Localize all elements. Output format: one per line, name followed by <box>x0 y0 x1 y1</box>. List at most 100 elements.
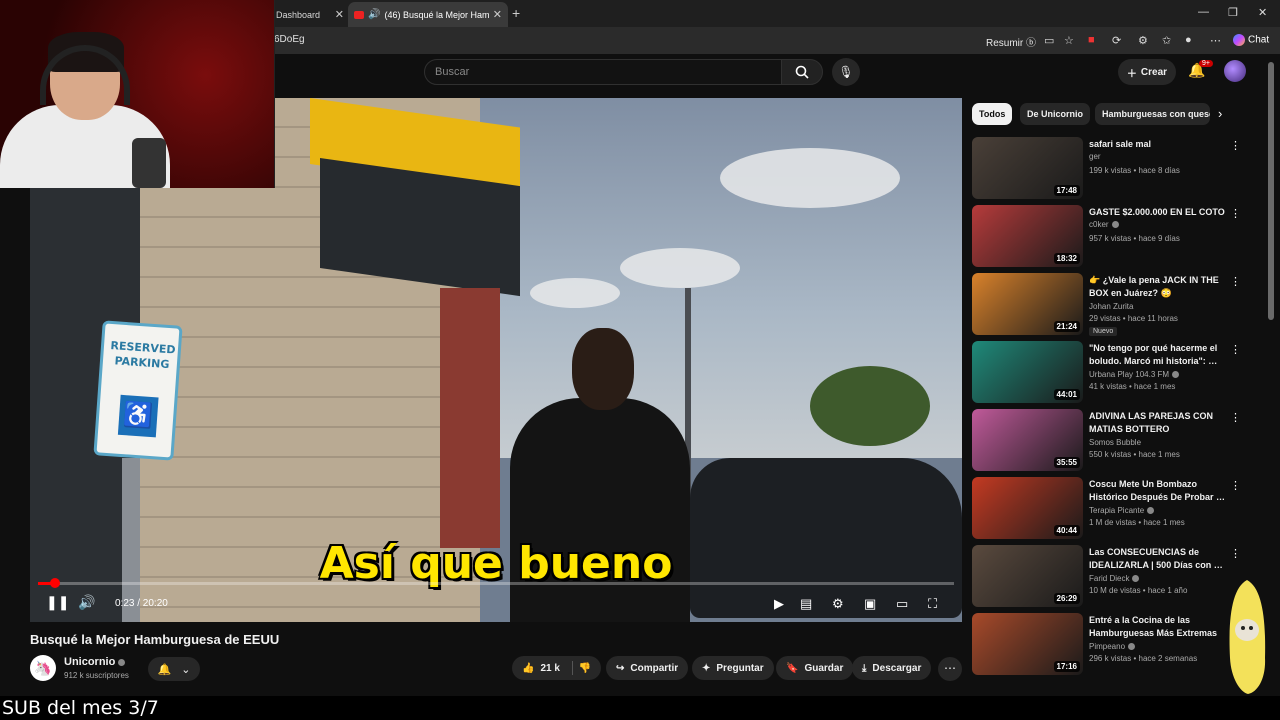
video-thumbnail[interactable]: 17:16 <box>972 613 1083 675</box>
recommendation-item[interactable]: 18:32 GASTE $2.000.000 EN EL COTO c0ker … <box>972 205 1242 267</box>
video-thumbnail[interactable]: 21:24 <box>972 273 1083 335</box>
extensions-icon[interactable]: ⚙ <box>1138 34 1148 47</box>
chevron-right-icon[interactable]: › <box>1218 106 1222 121</box>
restore-icon[interactable]: ❐ <box>1228 6 1238 19</box>
more-options-icon[interactable]: ⋮ <box>1230 207 1241 220</box>
recommendation-item[interactable]: 26:29 Las CONSECUENCIAS de IDEALIZARLA |… <box>972 545 1242 607</box>
channel-name[interactable]: Unicornio <box>64 656 126 668</box>
recommendation-title[interactable]: 👉 ¿Vale la pena JACK IN THE BOX en Juáre… <box>1089 274 1227 300</box>
chip-hamburguesas[interactable]: Hamburguesas con queso <box>1095 103 1210 125</box>
video-red-wall <box>440 288 500 548</box>
tab-dashboard[interactable]: Dashboard ✕ <box>270 2 350 27</box>
recommendation-channel[interactable]: Johan Zurita <box>1089 302 1133 311</box>
url-field[interactable]: 6DoEg <box>274 34 305 45</box>
recommendation-item[interactable]: 40:44 Coscu Mete Un Bombazo Histórico De… <box>972 477 1242 539</box>
video-title: Busqué la Mejor Hamburguesa de EEUU <box>30 632 280 647</box>
recommendation-title[interactable]: Entré a la Cocina de las Hamburguesas Má… <box>1089 614 1227 640</box>
recommendation-channel[interactable]: Farid Dieck <box>1089 574 1140 583</box>
video-thumbnail[interactable]: 26:29 <box>972 545 1083 607</box>
mic-button[interactable]: 🎙 <box>832 58 860 86</box>
close-tab-icon[interactable]: ✕ <box>493 8 502 21</box>
thumbs-down-icon[interactable]: 👎 <box>579 663 591 674</box>
close-tab-icon[interactable]: ✕ <box>335 8 344 21</box>
recommendation-item[interactable]: 17:48 safari sale mal ger 199 k vistas •… <box>972 137 1242 199</box>
new-tab-icon[interactable]: + <box>512 5 520 21</box>
video-thumbnail[interactable]: 18:32 <box>972 205 1083 267</box>
more-options-icon[interactable]: ⋮ <box>1230 343 1241 356</box>
recommendation-item[interactable]: 35:55 ADIVINA LAS PAREJAS CON MATIAS BOT… <box>972 409 1242 471</box>
recommendation-title[interactable]: safari sale mal <box>1089 138 1227 151</box>
recommendation-title[interactable]: ADIVINA LAS PAREJAS CON MATIAS BOTTERO <box>1089 410 1227 436</box>
recommendation-channel[interactable]: Pimpeano <box>1089 642 1136 651</box>
favorites-icon[interactable]: ✩ <box>1162 34 1171 47</box>
recommendation-title[interactable]: Las CONSECUENCIAS de IDEALIZARLA | 500 D… <box>1089 546 1227 572</box>
download-button[interactable]: ⤓ Descargar <box>852 656 932 680</box>
recommendation-channel[interactable]: Urbana Play 104.3 FM <box>1089 370 1180 379</box>
search-button[interactable] <box>781 59 823 85</box>
channel-avatar[interactable]: 🦄 <box>30 655 56 681</box>
more-options-icon[interactable]: ⋮ <box>1230 411 1241 424</box>
captions-icon[interactable]: ▤ <box>800 596 812 612</box>
share-button[interactable]: ↪ Compartir <box>606 656 689 680</box>
recommendation-channel[interactable]: Terapia Picante <box>1089 506 1155 515</box>
video-thumbnail[interactable]: 44:01 <box>972 341 1083 403</box>
recommendation-title[interactable]: GASTE $2.000.000 EN EL COTO <box>1089 206 1227 219</box>
search-icon <box>795 65 809 79</box>
recommendation-title[interactable]: Coscu Mete Un Bombazo Histórico Después … <box>1089 478 1227 504</box>
reader-icon[interactable]: ▭ <box>1044 34 1054 47</box>
minimize-icon[interactable]: — <box>1198 6 1209 18</box>
notification-badge: 9+ <box>1199 60 1213 67</box>
recommendation-channel[interactable]: ger <box>1089 152 1101 161</box>
more-options-icon[interactable]: ⋮ <box>1230 547 1241 560</box>
more-options-icon[interactable]: ⋮ <box>1230 139 1241 152</box>
duration-badge: 44:01 <box>1053 389 1080 400</box>
chip-todos[interactable]: Todos <box>972 103 1013 125</box>
volume-icon[interactable]: 🔊 <box>78 594 95 611</box>
video-thumbnail[interactable]: 35:55 <box>972 409 1083 471</box>
save-button[interactable]: 🔖 Guardar <box>776 656 854 680</box>
mic-icon: 🎙 <box>838 65 854 79</box>
pause-icon[interactable]: ❚❚ <box>46 594 69 611</box>
recommendation-item[interactable]: 44:01 "No tengo por qué hacerme el bolud… <box>972 341 1242 403</box>
autoplay-icon[interactable]: ▶ <box>774 596 784 612</box>
recommendation-item[interactable]: 21:24 👉 ¿Vale la pena JACK IN THE BOX en… <box>972 273 1242 336</box>
save-label: Guardar <box>804 662 844 674</box>
subscribed-bell-button[interactable]: 🔔 ⌄ <box>148 657 200 681</box>
recommendation-title[interactable]: "No tengo por qué hacerme el boludo. Mar… <box>1089 342 1227 368</box>
close-window-icon[interactable]: ✕ <box>1258 6 1267 19</box>
scrollbar[interactable] <box>1268 62 1274 320</box>
chip-de-unicornio[interactable]: De Unicornio <box>1020 103 1091 125</box>
recommendation-channel[interactable]: c0ker <box>1089 220 1119 229</box>
tab-youtube-video[interactable]: 🔊 (46) Busqué la Mejor Hamburgu ✕ <box>348 2 508 27</box>
profile-icon[interactable]: ● <box>1185 34 1192 46</box>
like-button[interactable]: 👍 21 k 👎 <box>512 656 602 680</box>
speaker-icon[interactable]: 🔊 <box>368 9 380 20</box>
search-input[interactable]: Buscar <box>424 59 782 85</box>
sub-goal-text: SUB del mes 3/7 <box>0 696 1280 720</box>
ask-button[interactable]: ✦ Preguntar <box>692 656 774 680</box>
gear-icon[interactable]: ⚙ <box>832 596 844 612</box>
youtube-favicon-icon <box>354 10 364 19</box>
star-icon[interactable]: ☆ <box>1064 34 1074 47</box>
more-options-icon[interactable]: ⋮ <box>1230 275 1241 288</box>
menu-icon[interactable]: ⋯ <box>1210 34 1221 47</box>
extension-icon[interactable]: ■ <box>1088 34 1095 46</box>
cast-icon[interactable]: ▭ <box>896 596 908 612</box>
recommendation-channel[interactable]: Somos Bubble <box>1089 438 1141 447</box>
plus-icon: ＋ <box>1126 68 1137 80</box>
miniplayer-icon[interactable]: ▣ <box>864 596 876 612</box>
recommendation-item[interactable]: 17:16 Entré a la Cocina de las Hamburgue… <box>972 613 1242 675</box>
duration-badge: 35:55 <box>1053 457 1080 468</box>
create-button[interactable]: ＋ Crear <box>1118 59 1176 85</box>
refresh-icon[interactable]: ⟳ <box>1112 34 1121 47</box>
video-thumbnail[interactable]: 40:44 <box>972 477 1083 539</box>
thumbs-up-icon: 👍 <box>522 662 535 674</box>
resumir-button[interactable]: Resumir ⓑ <box>986 34 1036 49</box>
fullscreen-icon[interactable]: ⛶ <box>928 596 937 612</box>
progress-bar[interactable] <box>38 578 954 588</box>
copilot-chat-button[interactable]: Chat <box>1233 34 1269 46</box>
more-actions-icon[interactable]: ⋯ <box>938 657 962 681</box>
video-thumbnail[interactable]: 17:48 <box>972 137 1083 199</box>
avatar[interactable] <box>1224 60 1246 82</box>
more-options-icon[interactable]: ⋮ <box>1230 479 1241 492</box>
